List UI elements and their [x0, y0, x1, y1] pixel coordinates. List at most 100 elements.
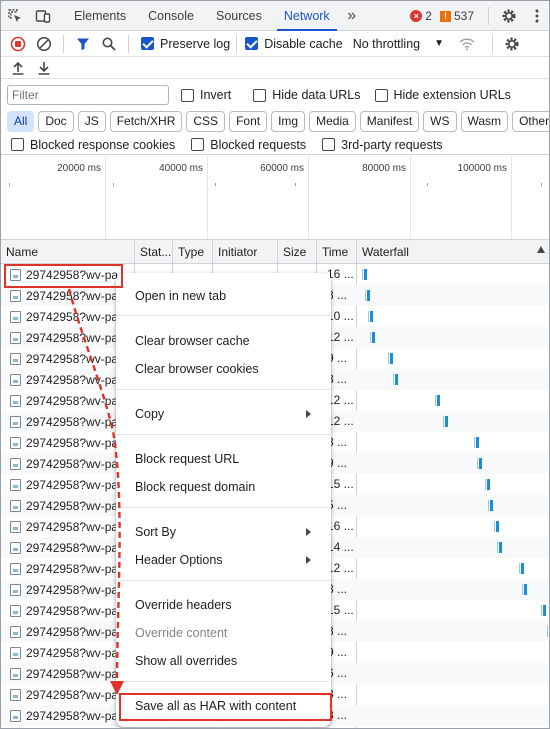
request-name-cell[interactable]: 29742958?wv-pa — [1, 432, 135, 453]
waterfall-wait-tick — [393, 374, 394, 385]
request-name-cell[interactable]: 29742958?wv-pa — [1, 285, 135, 306]
menu-item-copy[interactable]: Copy — [116, 400, 331, 428]
request-name: 29742958?wv-pa — [26, 330, 119, 345]
document-file-icon — [10, 331, 21, 344]
request-name-cell[interactable]: 29742958?wv-pa — [1, 663, 135, 684]
error-badge[interactable]: × 2 — [410, 9, 432, 23]
request-name-cell[interactable]: 29742958?wv-pa — [1, 705, 135, 726]
column-header-name[interactable]: Name — [1, 240, 135, 264]
type-filter-doc[interactable]: Doc — [38, 110, 74, 132]
type-filter-other[interactable]: Other — [512, 110, 549, 132]
device-toolbar-icon[interactable] — [29, 1, 57, 31]
column-header-waterfall[interactable]: Waterfall — [357, 240, 549, 264]
search-icon[interactable] — [96, 31, 122, 57]
request-name-cell[interactable]: 29742958?wv-pa — [1, 348, 135, 369]
request-name-cell[interactable]: 29742958?wv-pa — [1, 411, 135, 432]
record-stop-icon[interactable] — [5, 31, 31, 57]
warning-badge[interactable]: ! 537 — [439, 9, 474, 23]
checkbox-checked[interactable] — [141, 37, 154, 50]
more-tabs-chevron-icon[interactable]: » — [341, 1, 363, 31]
menu-item-clear-browser-cache[interactable]: Clear browser cache — [116, 327, 331, 355]
menu-separator — [116, 389, 331, 390]
tab-console[interactable]: Console — [137, 1, 205, 31]
request-name-cell[interactable]: 29742958?wv-pa — [1, 369, 135, 390]
column-header-size[interactable]: Size — [278, 240, 317, 264]
type-filter-css[interactable]: CSS — [186, 110, 226, 132]
submenu-arrow-icon — [306, 528, 311, 536]
menu-item-clear-browser-cookies[interactable]: Clear browser cookies — [116, 355, 331, 383]
disable-cache-checkbox[interactable]: Disable cache — [245, 37, 343, 51]
request-name-cell[interactable]: 29742958?wv-pa — [1, 474, 135, 495]
type-filter-fetch-xhr[interactable]: Fetch/XHR — [109, 110, 183, 132]
type-filter-js[interactable]: JS — [77, 110, 106, 132]
menu-separator — [116, 681, 331, 682]
timeline-overview[interactable]: 20000 ms 40000 ms 60000 ms 80000 ms 1000… — [1, 156, 549, 240]
column-header-type[interactable]: Type — [173, 240, 213, 264]
import-har-upload-icon[interactable] — [5, 55, 31, 81]
menu-item-block-request-url[interactable]: Block request URL — [116, 445, 331, 473]
request-name-cell[interactable]: 29742958?wv-pa — [1, 558, 135, 579]
type-filter-all[interactable]: All — [7, 110, 35, 132]
request-name-cell[interactable]: 29742958?wv-pa — [1, 495, 135, 516]
column-header-time[interactable]: Time — [317, 240, 357, 264]
checkbox-unchecked[interactable] — [181, 88, 194, 102]
request-name-cell[interactable]: 29742958?wv-pa — [1, 684, 135, 705]
request-name-cell[interactable]: 29742958?wv-pa — [1, 537, 135, 558]
type-filter-font[interactable]: Font — [229, 110, 268, 132]
request-name-cell[interactable]: 29742958?wv-pa — [1, 390, 135, 411]
menu-item-block-request-domain[interactable]: Block request domain — [116, 473, 331, 501]
more-options-icon[interactable] — [523, 1, 549, 31]
hide-data-urls-checkbox[interactable]: Hide data URLs — [253, 88, 361, 102]
checkbox-unchecked[interactable] — [322, 138, 336, 151]
type-filter-media[interactable]: Media — [309, 110, 356, 132]
third-party-requests-checkbox[interactable]: 3rd-party requests — [322, 138, 443, 152]
throttling-select[interactable]: No throttling — [353, 37, 420, 51]
request-name: 29742958?wv-pa — [26, 498, 119, 513]
filter-funnel-icon[interactable] — [70, 31, 96, 57]
timeline-request-mark — [427, 183, 428, 186]
request-name-cell[interactable]: 29742958?wv-pa — [1, 306, 135, 327]
hide-extension-urls-checkbox[interactable]: Hide extension URLs — [374, 88, 511, 102]
menu-item-override-headers[interactable]: Override headers — [116, 591, 331, 619]
menu-item-header-options[interactable]: Header Options — [116, 546, 331, 574]
menu-item-show-all-overrides[interactable]: Show all overrides — [116, 647, 331, 675]
waterfall-wait-tick — [494, 521, 495, 532]
type-filter-img[interactable]: Img — [271, 110, 306, 132]
menu-item-sort-by[interactable]: Sort By — [116, 518, 331, 546]
error-count: 2 — [425, 9, 432, 23]
throttling-dropdown-caret-icon[interactable]: ▼ — [434, 38, 444, 49]
checkbox-unchecked[interactable] — [11, 138, 24, 151]
tab-elements[interactable]: Elements — [63, 1, 137, 31]
request-name-cell[interactable]: 29742958?wv-pa — [1, 327, 135, 348]
type-filter-wasm[interactable]: Wasm — [460, 110, 509, 132]
request-name-cell[interactable]: 29742958?wv-pa — [1, 516, 135, 537]
filter-input[interactable] — [7, 85, 169, 105]
request-name-cell[interactable]: 29742958?wv-pa — [1, 600, 135, 621]
checkbox-unchecked[interactable] — [374, 88, 388, 102]
tab-network[interactable]: Network — [273, 1, 341, 31]
checkbox-checked[interactable] — [245, 37, 259, 50]
inspect-element-icon[interactable] — [1, 1, 29, 31]
clear-icon[interactable] — [31, 31, 57, 57]
checkbox-unchecked[interactable] — [253, 88, 267, 102]
checkbox-unchecked[interactable] — [191, 138, 205, 151]
type-filter-ws[interactable]: WS — [423, 110, 457, 132]
request-name-cell[interactable]: 29742958?wv-pa — [1, 642, 135, 663]
blocked-requests-checkbox[interactable]: Blocked requests — [191, 138, 306, 152]
settings-gear-icon[interactable] — [495, 1, 523, 31]
tab-sources[interactable]: Sources — [205, 1, 273, 31]
column-header-initiator[interactable]: Initiator — [213, 240, 278, 264]
invert-checkbox[interactable]: Invert — [181, 88, 231, 102]
request-name-cell[interactable]: 29742958?wv-pa — [1, 579, 135, 600]
network-conditions-wifi-icon[interactable] — [454, 31, 480, 57]
request-name-cell[interactable]: 29742958?wv-pa — [1, 453, 135, 474]
column-header-status[interactable]: Stat... — [135, 240, 173, 264]
network-settings-gear-icon[interactable] — [499, 31, 525, 57]
type-filter-manifest[interactable]: Manifest — [359, 110, 420, 132]
request-name-cell[interactable]: 29742958?wv-pa — [1, 621, 135, 642]
blocked-response-cookies-checkbox[interactable]: Blocked response cookies — [11, 138, 175, 152]
request-name: 29742958?wv-pa — [26, 645, 119, 660]
export-har-download-icon[interactable] — [31, 55, 57, 81]
menu-item-open-in-new-tab[interactable]: Open in new tab — [116, 282, 331, 310]
preserve-log-checkbox[interactable]: Preserve log — [141, 37, 230, 51]
